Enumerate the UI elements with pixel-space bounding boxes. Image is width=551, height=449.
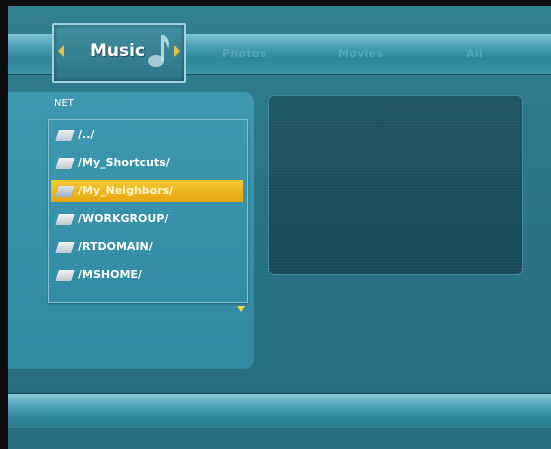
folder-icon	[55, 214, 75, 225]
file-browser-panel: NET /../ /My_Shortcuts/ /My_Neighbors/ /…	[8, 92, 254, 369]
list-item[interactable]: /MSHOME/	[51, 264, 243, 286]
list-item-label: /MSHOME/	[78, 268, 142, 281]
list-item-selected[interactable]: /My_Neighbors/	[51, 180, 243, 202]
media-browser-screen: Photos Movies All Music NET /../ /My_Sho…	[8, 6, 551, 449]
list-item[interactable]: /RTDOMAIN/	[51, 236, 243, 258]
tab-movies[interactable]: Movies	[338, 46, 383, 62]
list-item-label: /My_Shortcuts/	[78, 156, 170, 169]
list-item[interactable]: /My_Shortcuts/	[51, 152, 243, 174]
tab-all[interactable]: All	[466, 46, 483, 62]
folder-icon	[55, 270, 75, 281]
arrow-left-icon[interactable]	[58, 45, 64, 57]
list-item-label: /WORKGROUP/	[78, 212, 169, 225]
folder-icon	[55, 130, 75, 141]
folder-icon	[55, 158, 75, 169]
panel-title: NET	[54, 98, 74, 109]
list-item-label: /../	[78, 128, 95, 141]
arrow-right-icon[interactable]	[174, 45, 180, 57]
list-item-label: /My_Neighbors/	[78, 184, 174, 197]
tab-photos[interactable]: Photos	[222, 46, 267, 62]
folder-icon	[55, 186, 75, 197]
file-list: /../ /My_Shortcuts/ /My_Neighbors/ /WORK…	[48, 119, 248, 303]
folder-icon	[55, 242, 75, 253]
tab-music[interactable]: Music	[52, 23, 186, 83]
preview-panel	[268, 95, 523, 275]
tab-music-label: Music	[90, 41, 146, 61]
list-item-label: /RTDOMAIN/	[78, 240, 153, 253]
list-item[interactable]: /WORKGROUP/	[51, 208, 243, 230]
scroll-down-icon[interactable]	[237, 306, 245, 312]
list-item[interactable]: /../	[51, 124, 243, 146]
bottom-bar	[8, 394, 551, 428]
music-note-icon	[148, 35, 169, 67]
